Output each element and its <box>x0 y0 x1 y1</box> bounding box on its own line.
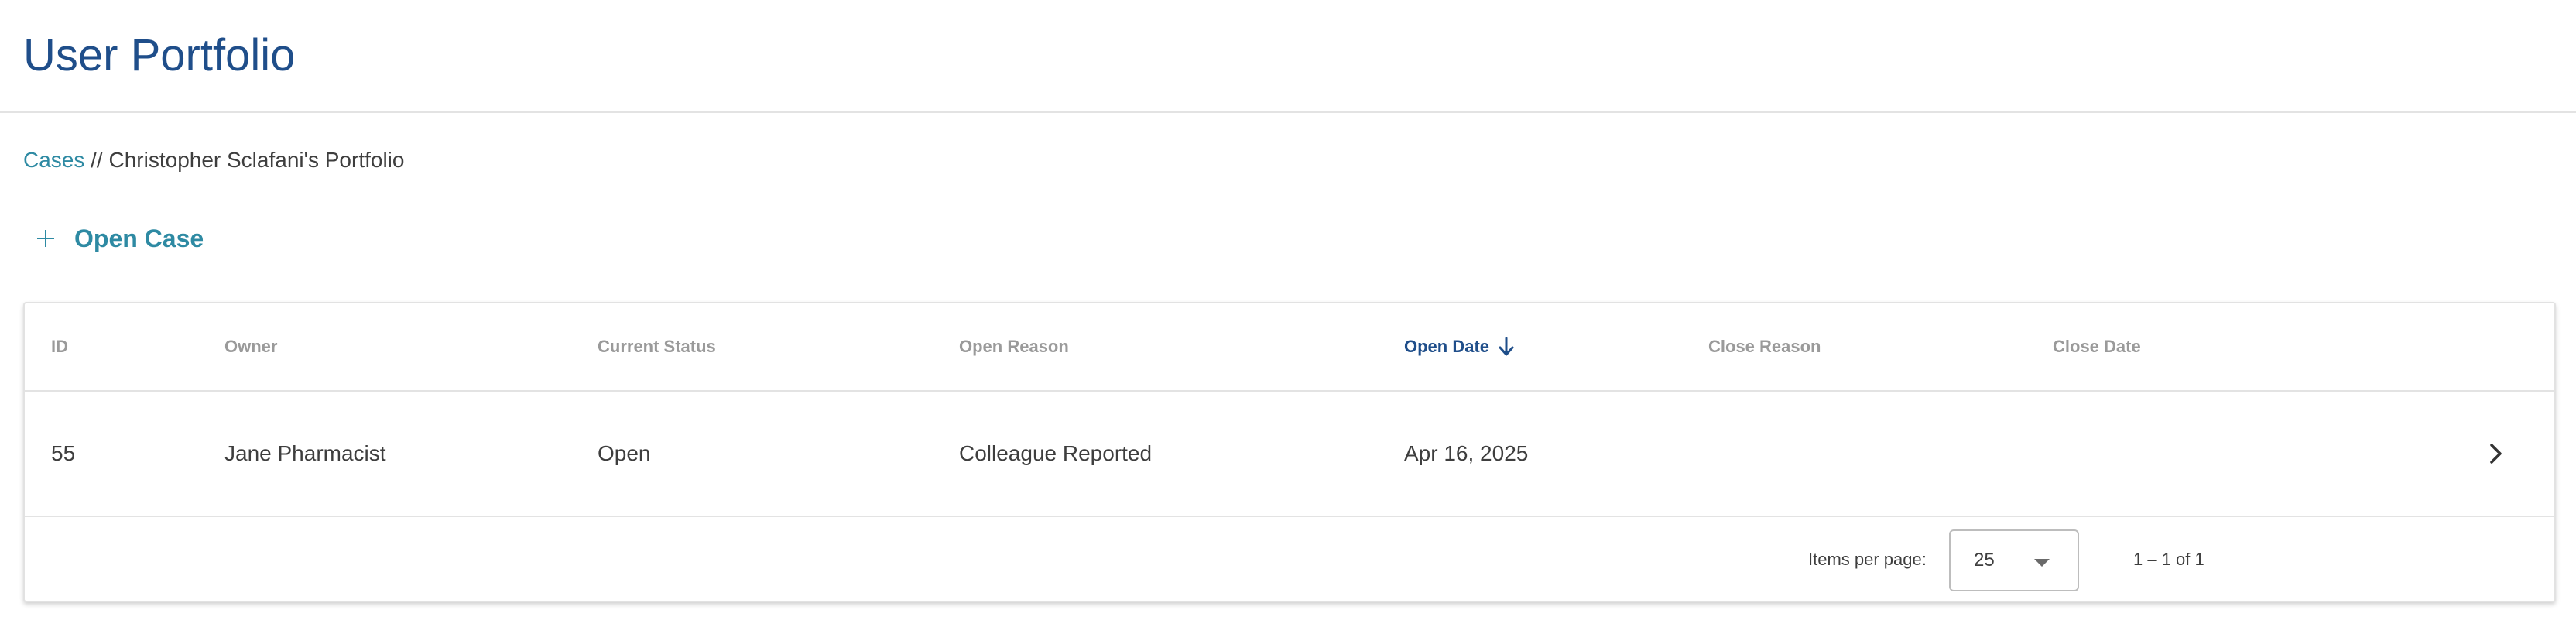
page-header: User Portfolio <box>0 0 2576 113</box>
column-header-close-reason[interactable]: Close Reason <box>1708 303 1821 390</box>
cell-open-date: Apr 16, 2025 <box>1404 441 1529 465</box>
column-header-id[interactable]: ID <box>51 303 68 390</box>
column-header-current-status[interactable]: Current Status <box>598 303 716 390</box>
open-case-button[interactable]: Open Case <box>37 219 204 258</box>
cell-open-reason: Colleague Reported <box>959 441 1153 465</box>
open-case-label: Open Case <box>74 224 204 252</box>
cases-table: ID Owner Current Status Open Reason Open… <box>23 302 2556 602</box>
items-per-page-select[interactable]: 25 <box>1949 529 2079 591</box>
column-header-owner[interactable]: Owner <box>224 303 277 390</box>
column-header-close-date[interactable]: Close Date <box>2053 303 2141 390</box>
page-title: User Portfolio <box>23 30 296 81</box>
plus-icon <box>37 230 54 247</box>
column-header-open-date-label: Open Date <box>1404 337 1490 356</box>
chevron-right-icon[interactable] <box>2489 392 2503 516</box>
items-per-page-value: 25 <box>1974 550 1995 570</box>
column-header-open-date[interactable]: Open Date <box>1404 303 1514 390</box>
items-per-page-label: Items per page: <box>1808 550 1927 569</box>
breadcrumb-separator: // <box>84 148 109 172</box>
table-header: ID Owner Current Status Open Reason Open… <box>25 303 2554 392</box>
table-row[interactable]: 55 Jane Pharmacist Open Colleague Report… <box>25 392 2554 517</box>
pagination-range: 1 – 1 of 1 <box>2133 550 2204 569</box>
column-header-open-reason[interactable]: Open Reason <box>959 303 1069 390</box>
breadcrumb-current: Christopher Sclafani's Portfolio <box>108 148 405 172</box>
cell-owner: Jane Pharmacist <box>224 441 386 465</box>
breadcrumb: Cases // Christopher Sclafani's Portfoli… <box>23 145 404 176</box>
table-paginator: Items per page: 25 1 – 1 of 1 <box>25 517 2554 602</box>
breadcrumb-link-cases[interactable]: Cases <box>23 148 84 172</box>
sort-descending-arrow-icon <box>1499 337 1514 357</box>
cell-current-status: Open <box>598 441 651 465</box>
cell-id: 55 <box>51 441 76 465</box>
dropdown-caret-icon <box>2034 559 2050 567</box>
